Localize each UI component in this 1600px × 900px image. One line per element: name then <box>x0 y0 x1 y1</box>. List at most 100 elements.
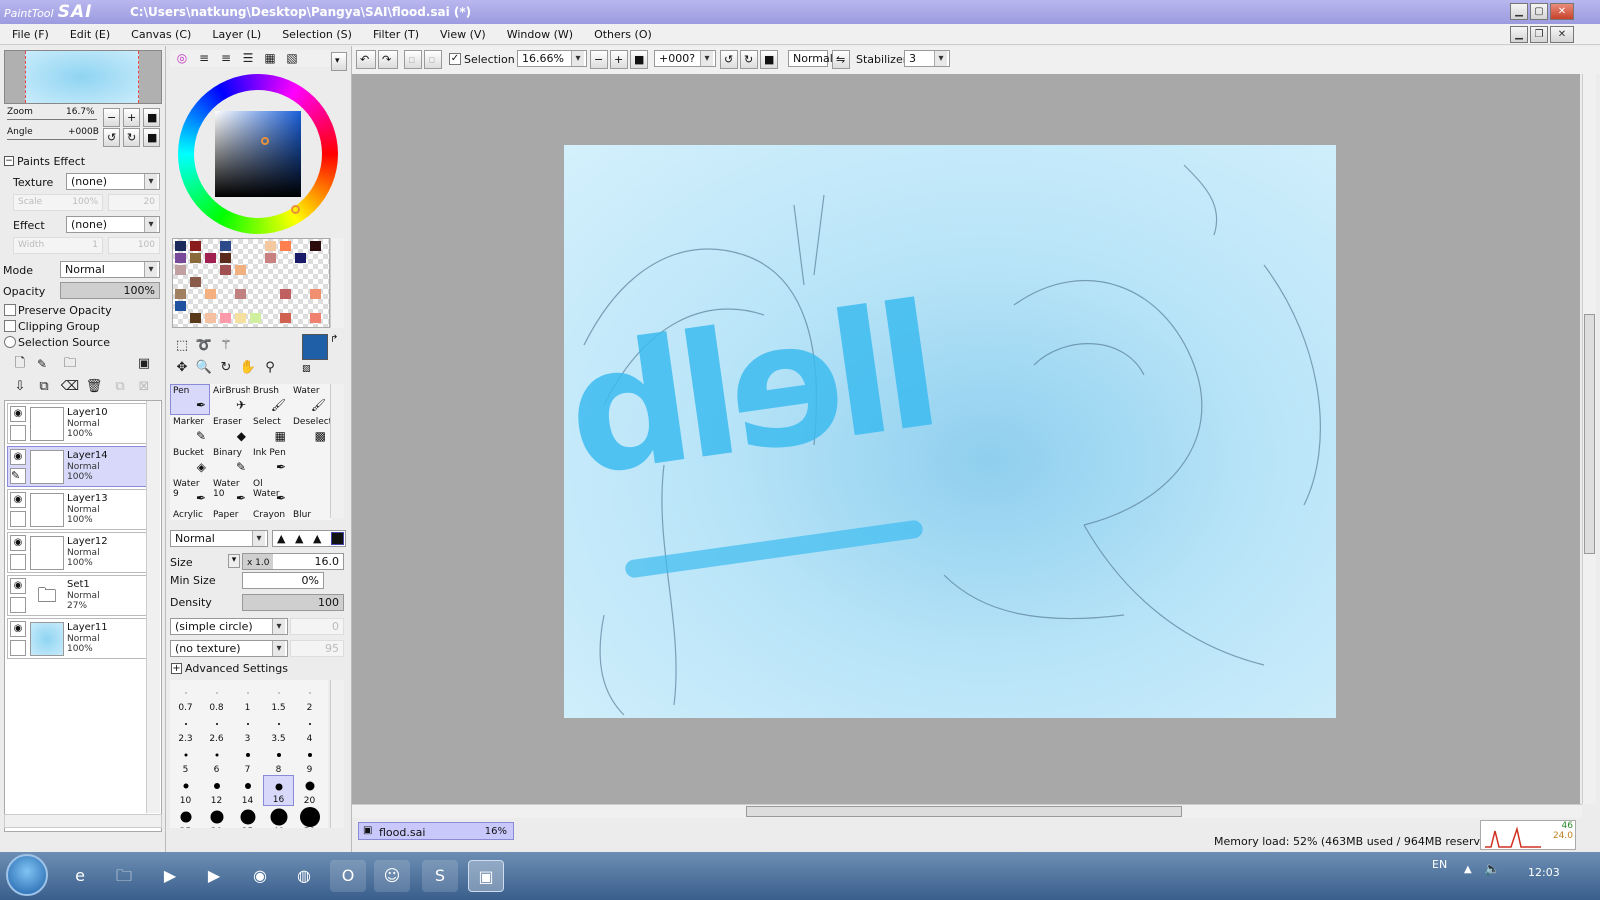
color-swatch[interactable] <box>250 265 261 275</box>
color-swatch[interactable] <box>205 277 216 287</box>
color-swatch[interactable] <box>220 277 231 287</box>
tool-airbrush[interactable]: AirBrush ✈ <box>210 384 251 415</box>
volume-icon[interactable]: 🔈 <box>1484 862 1500 877</box>
density-slider[interactable]: 100 <box>242 594 344 611</box>
nav-rotate-left-button[interactable]: ↺ <box>103 128 120 147</box>
tool-water[interactable]: Water 🖌 <box>290 384 330 415</box>
rotate-right-button[interactable]: ↻ <box>740 50 758 69</box>
tool-grid-scrollbar[interactable] <box>330 384 344 518</box>
canvas-hscrollbar[interactable] <box>352 804 1582 818</box>
effect-select[interactable]: (none) <box>66 216 160 233</box>
eyedropper-icon[interactable]: ⚲ <box>260 358 280 378</box>
new-layer-icon[interactable]: 🗋 <box>10 354 30 374</box>
angle-select[interactable]: +000? <box>654 50 716 67</box>
brush-size-preset[interactable]: 30 <box>201 806 232 828</box>
tool-ink-pen[interactable]: Ink Pen ✒ <box>250 446 290 477</box>
nav-rotate-reset-button[interactable]: ■ <box>143 128 160 147</box>
brush-size-preset[interactable]: 9 <box>294 744 325 775</box>
new-folder-icon[interactable]: 🗀 <box>60 354 80 374</box>
tip-sharp-icon[interactable]: ▲ <box>277 532 285 545</box>
color-swatch[interactable] <box>250 301 261 311</box>
brush-blend-select[interactable]: Normal <box>170 530 268 547</box>
nav-zoom-reset-button[interactable]: ■ <box>143 108 160 127</box>
color-swatch[interactable] <box>190 253 201 263</box>
expand-icon[interactable]: + <box>171 663 182 674</box>
brush-size-preset[interactable]: 3.5 <box>263 713 294 744</box>
clipping-group-checkbox[interactable] <box>4 320 16 332</box>
color-swatch[interactable] <box>250 277 261 287</box>
layer-mask-icon[interactable]: ▣ <box>134 354 154 374</box>
undo-button[interactable]: ↶ <box>356 50 376 69</box>
color-swatch[interactable] <box>235 241 246 251</box>
brush-size-preset[interactable]: 0.7 <box>170 682 201 713</box>
brush-size-preset[interactable]: 0.8 <box>201 682 232 713</box>
color-swatch[interactable] <box>175 253 186 263</box>
color-swatch[interactable] <box>220 289 231 299</box>
zoom-out-button[interactable]: − <box>590 50 608 69</box>
color-swatch[interactable] <box>280 313 291 323</box>
color-swatch[interactable] <box>205 265 216 275</box>
color-swatch[interactable] <box>265 241 276 251</box>
scale-field[interactable]: Scale 100% <box>13 194 103 211</box>
opacity-slider[interactable]: 100% <box>60 282 160 299</box>
color-swatch[interactable] <box>220 265 231 275</box>
color-swatch[interactable] <box>190 265 201 275</box>
brush-size-preset[interactable]: 1.5 <box>263 682 294 713</box>
tool-marker[interactable]: Marker ✎ <box>170 415 210 446</box>
layer-row[interactable]: ◉ ✎ Layer14 Normal 100% <box>7 446 147 487</box>
tool-ol-water[interactable]: Ol Water ✒ <box>250 477 290 508</box>
menu-item-7[interactable]: Window (W) <box>495 24 582 41</box>
zoom-select[interactable]: 16.66% <box>517 50 587 67</box>
brush-size-scrollbar[interactable] <box>330 680 344 828</box>
color-swatches[interactable] <box>172 238 330 328</box>
maximize-button[interactable]: ▢ <box>1530 3 1548 20</box>
tray-arrow-icon[interactable]: ▲ <box>1464 864 1472 875</box>
nav-angle-slider[interactable] <box>7 139 97 140</box>
brush-shape-selector[interactable]: ▲ ▲ ▲ <box>272 530 346 547</box>
drawing-canvas[interactable]: llelb <box>564 145 1336 718</box>
color-swatch[interactable] <box>220 313 231 323</box>
color-swatch[interactable] <box>310 265 321 275</box>
layer-row[interactable]: ◉ Layer13 Normal 100% <box>7 489 147 530</box>
color-swatch[interactable] <box>175 313 186 323</box>
start-button[interactable] <box>6 854 48 896</box>
brush-size-preset[interactable]: 2.3 <box>170 713 201 744</box>
menu-item-1[interactable]: Edit (E) <box>58 24 119 41</box>
layer-lock-icon[interactable] <box>10 640 26 656</box>
brush-size-preset[interactable]: 40 <box>263 806 294 828</box>
color-swatch[interactable] <box>205 241 216 251</box>
menu-item-8[interactable]: Others (O) <box>582 24 661 41</box>
stabilizer-select[interactable]: 3 <box>904 50 950 67</box>
color-swatch[interactable] <box>175 241 186 251</box>
color-swatch[interactable] <box>205 301 216 311</box>
tip-soft-icon[interactable]: ▲ <box>295 532 303 545</box>
brush-size-preset[interactable]: 7 <box>232 744 263 775</box>
color-swatch[interactable] <box>205 289 216 299</box>
visibility-eye-icon[interactable]: ◉ <box>10 492 26 508</box>
color-swatch[interactable] <box>265 301 276 311</box>
saturation-value-square[interactable] <box>215 111 301 197</box>
layer-row[interactable]: ◉ Layer10 Normal 100% <box>7 403 147 444</box>
color-swatch[interactable] <box>280 277 291 287</box>
lasso-icon[interactable]: ➰ <box>194 336 214 356</box>
layer-row[interactable]: ◉ Layer12 Normal 100% <box>7 532 147 573</box>
move-icon[interactable]: ✥ <box>172 358 192 378</box>
color-swatch[interactable] <box>310 241 321 251</box>
primary-color[interactable] <box>302 334 328 360</box>
color-swatch[interactable] <box>235 277 246 287</box>
color-swatch[interactable] <box>310 313 321 323</box>
color-swatch[interactable] <box>280 241 291 251</box>
brush-texture-num[interactable]: 95 <box>290 640 344 657</box>
menu-item-5[interactable]: Filter (T) <box>361 24 428 41</box>
brush-size-preset[interactable]: 25 <box>170 806 201 828</box>
visibility-eye-icon[interactable]: ◉ <box>10 535 26 551</box>
tool-empty[interactable] <box>290 477 330 508</box>
redo-button[interactable]: ↷ <box>378 50 398 69</box>
doc-minimize-button[interactable]: ▁ <box>1510 26 1528 43</box>
doc-restore-button[interactable]: ❐ <box>1530 26 1548 43</box>
color-swatch[interactable] <box>220 253 231 263</box>
color-swatch[interactable] <box>265 313 276 323</box>
color-swatch[interactable] <box>190 277 201 287</box>
selection-checkbox[interactable]: ✓ <box>449 53 461 65</box>
menu-item-2[interactable]: Canvas (C) <box>119 24 200 41</box>
